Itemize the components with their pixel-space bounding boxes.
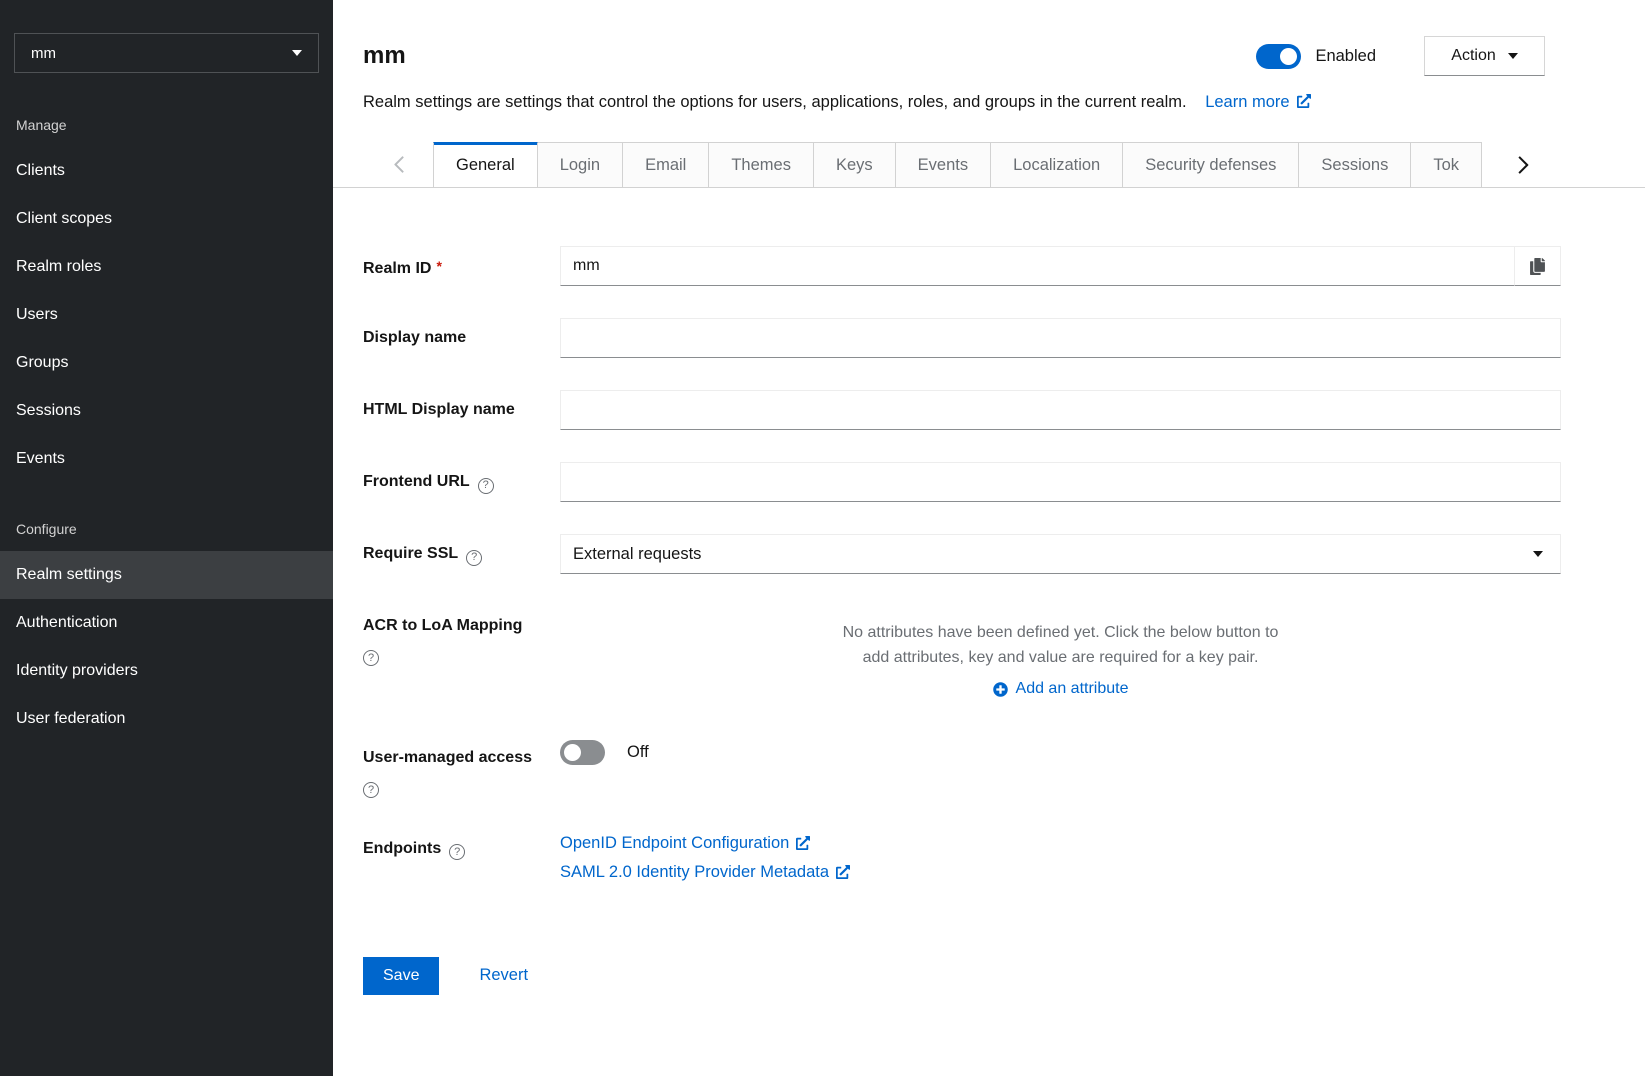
help-icon[interactable]: ?: [363, 782, 379, 798]
nav-section-configure: Configure Realm settings Authentication …: [0, 521, 333, 743]
realm-description-text: Realm settings are settings that control…: [363, 93, 1187, 111]
openid-endpoint-configuration-link[interactable]: OpenID Endpoint Configuration: [560, 833, 1561, 853]
sidebar-nav: Manage Clients Client scopes Realm roles…: [0, 117, 333, 743]
tabs-viewport: General Login Email Themes Keys Events L…: [433, 142, 1501, 187]
tab-login[interactable]: Login: [538, 142, 623, 187]
user-managed-access-toggle[interactable]: [560, 740, 605, 765]
nav-section-manage: Manage Clients Client scopes Realm roles…: [0, 117, 333, 483]
enabled-label: Enabled: [1315, 47, 1376, 66]
plus-circle-icon: [993, 682, 1008, 697]
sidebar-item-groups[interactable]: Groups: [0, 339, 333, 387]
require-ssl-selected-value: External requests: [573, 545, 701, 564]
require-ssl-row: Require SSL? External requests: [363, 534, 1561, 574]
sidebar-item-users[interactable]: Users: [0, 291, 333, 339]
sidebar-item-client-scopes[interactable]: Client scopes: [0, 195, 333, 243]
display-name-label: Display name: [363, 318, 560, 358]
help-icon[interactable]: ?: [478, 478, 494, 494]
help-icon[interactable]: ?: [466, 550, 482, 566]
sidebar-item-realm-roles[interactable]: Realm roles: [0, 243, 333, 291]
general-settings-form: Realm ID* Display name HTML Display name: [333, 188, 1645, 1027]
caret-down-icon: [1533, 551, 1543, 557]
tab-themes[interactable]: Themes: [709, 142, 814, 187]
realm-id-row: Realm ID*: [363, 246, 1561, 286]
frontend-url-row: Frontend URL?: [363, 462, 1561, 502]
sidebar: mm Manage Clients Client scopes Realm ro…: [0, 0, 333, 1076]
sidebar-item-identity-providers[interactable]: Identity providers: [0, 647, 333, 695]
html-display-name-row: HTML Display name: [363, 390, 1561, 430]
user-managed-access-row: User-managed access ? Off: [363, 738, 1561, 799]
acr-empty-message: No attributes have been defined yet. Cli…: [838, 620, 1283, 670]
realm-id-input[interactable]: [560, 246, 1515, 286]
acr-loa-mapping-row: ACR to LoA Mapping ? No attributes have …: [363, 606, 1561, 698]
saml-identity-provider-metadata-link[interactable]: SAML 2.0 Identity Provider Metadata: [560, 862, 1561, 882]
help-icon[interactable]: ?: [449, 844, 465, 860]
action-dropdown[interactable]: Action: [1424, 36, 1545, 76]
help-icon[interactable]: ?: [363, 650, 379, 666]
sidebar-item-sessions[interactable]: Sessions: [0, 387, 333, 435]
tab-security-defenses[interactable]: Security defenses: [1123, 142, 1299, 187]
angle-right-icon: [1517, 155, 1530, 175]
tab-email[interactable]: Email: [623, 142, 709, 187]
caret-down-icon: [1508, 53, 1518, 59]
display-name-row: Display name: [363, 318, 1561, 358]
page-header: mm Enabled Action Realm settings are set…: [333, 0, 1645, 114]
tabs-scroll-left-button[interactable]: [333, 142, 433, 187]
external-link-icon: [836, 865, 850, 879]
save-button[interactable]: Save: [363, 957, 439, 995]
html-display-name-label: HTML Display name: [363, 390, 560, 430]
frontend-url-label: Frontend URL?: [363, 462, 560, 502]
user-managed-access-state: Off: [627, 743, 649, 762]
revert-button[interactable]: Revert: [479, 966, 528, 985]
nav-section-title: Configure: [16, 521, 317, 537]
main-content: mm Enabled Action Realm settings are set…: [333, 0, 1645, 1076]
external-link-icon: [796, 836, 810, 850]
tab-general[interactable]: General: [433, 142, 538, 187]
realm-selector-value: mm: [31, 45, 56, 62]
require-ssl-select[interactable]: External requests: [560, 534, 1561, 574]
sidebar-item-realm-settings[interactable]: Realm settings: [0, 551, 333, 599]
tab-localization[interactable]: Localization: [991, 142, 1123, 187]
chevron-down-icon: [292, 50, 302, 56]
tabs: General Login Email Themes Keys Events L…: [333, 142, 1645, 188]
copy-icon: [1530, 258, 1545, 275]
require-ssl-label: Require SSL?: [363, 534, 560, 574]
required-indicator: *: [436, 258, 441, 274]
enabled-toggle[interactable]: [1256, 44, 1301, 69]
frontend-url-input[interactable]: [560, 462, 1561, 502]
acr-loa-mapping-label: ACR to LoA Mapping ?: [363, 606, 560, 698]
sidebar-item-authentication[interactable]: Authentication: [0, 599, 333, 647]
realm-id-label: Realm ID*: [363, 246, 560, 286]
tabs-scroll-right-button[interactable]: [1501, 142, 1645, 187]
endpoints-row: Endpoints? OpenID Endpoint Configuration…: [363, 829, 1561, 891]
sidebar-item-clients[interactable]: Clients: [0, 147, 333, 195]
tab-sessions[interactable]: Sessions: [1299, 142, 1411, 187]
sidebar-item-user-federation[interactable]: User federation: [0, 695, 333, 743]
endpoints-label: Endpoints?: [363, 829, 560, 891]
external-link-icon: [1297, 94, 1311, 108]
add-attribute-button[interactable]: Add an attribute: [560, 680, 1561, 698]
learn-more-link[interactable]: Learn more: [1205, 93, 1310, 111]
tab-events[interactable]: Events: [896, 142, 991, 187]
angle-left-icon: [393, 155, 405, 174]
tab-tokens[interactable]: Tok: [1411, 142, 1482, 187]
realm-selector[interactable]: mm: [14, 33, 319, 73]
display-name-input[interactable]: [560, 318, 1561, 358]
tab-keys[interactable]: Keys: [814, 142, 896, 187]
user-managed-access-label: User-managed access ?: [363, 738, 560, 799]
action-dropdown-label: Action: [1451, 47, 1495, 65]
html-display-name-input[interactable]: [560, 390, 1561, 430]
realm-description: Realm settings are settings that control…: [363, 90, 1545, 114]
toggle-knob: [564, 744, 581, 761]
form-actions: Save Revert: [363, 957, 1561, 995]
nav-section-title: Manage: [16, 117, 317, 133]
sidebar-item-events[interactable]: Events: [0, 435, 333, 483]
copy-button[interactable]: [1515, 246, 1561, 286]
page-title: mm: [363, 42, 406, 70]
toggle-knob: [1280, 48, 1297, 65]
